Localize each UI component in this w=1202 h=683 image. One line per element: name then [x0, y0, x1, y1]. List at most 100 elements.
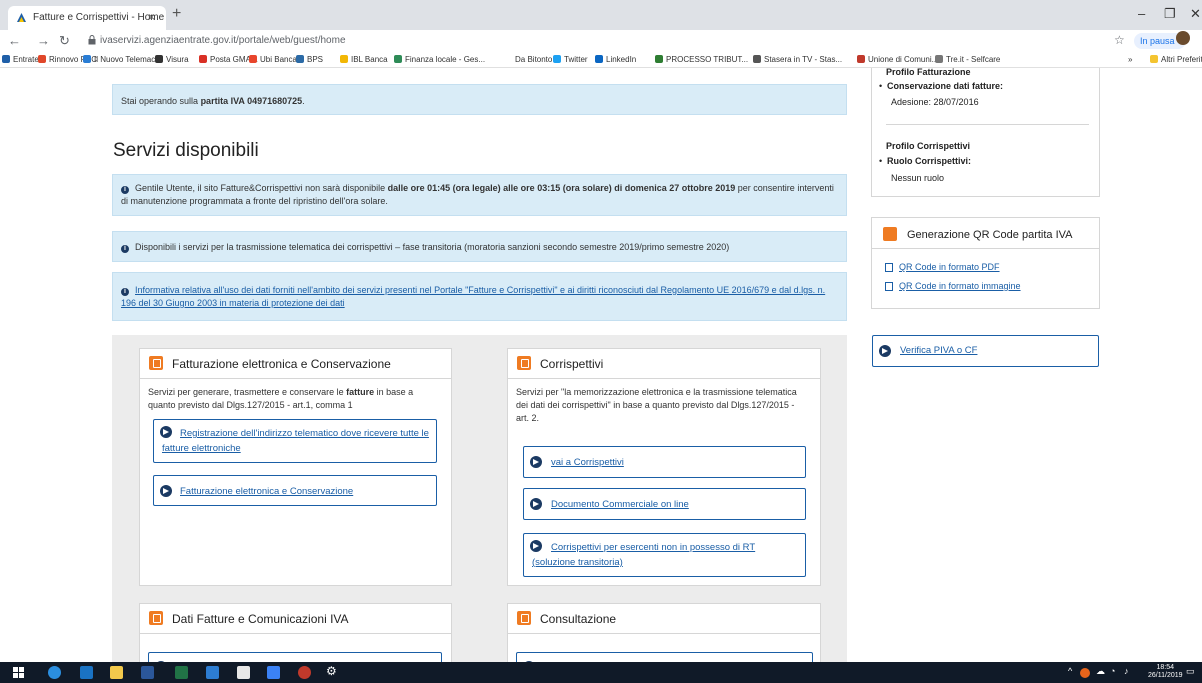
tray-chevron-icon[interactable]: ^	[1068, 666, 1072, 676]
bookmark-favicon-icon	[83, 55, 91, 63]
bookmark-item[interactable]: Entratel	[2, 55, 41, 64]
bookmark-favicon-icon	[155, 55, 163, 63]
back-icon[interactable]: ←	[8, 33, 21, 48]
onedrive-cloud-icon[interactable]: ☁	[1096, 666, 1105, 677]
word-taskbar-icon[interactable]	[141, 666, 154, 679]
bookmark-item[interactable]: Visura	[155, 55, 189, 64]
more-bookmarks-icon[interactable]: »	[1128, 55, 1132, 64]
privacy-link[interactable]: Informativa relativa all'uso dei dati fo…	[121, 285, 825, 308]
bookmark-favicon-icon	[595, 55, 603, 63]
minimize-icon[interactable]: –	[1138, 6, 1145, 21]
qr-image-link[interactable]: QR Code in formato immagine	[885, 281, 1021, 291]
bookmark-label: Entratel	[13, 55, 41, 64]
chrome-taskbar-icon[interactable]	[48, 666, 61, 679]
omnibox[interactable]: ivaservizi.agenziaentrate.gov.it/portale…	[84, 32, 1104, 50]
bookmark-favicon-icon	[2, 55, 10, 63]
tab-close-icon[interactable]: ×	[148, 10, 155, 24]
bookmark-favicon-icon	[394, 55, 402, 63]
registrazione-indirizzo-button[interactable]: Registrazione dell'indirizzo telematico …	[153, 419, 437, 463]
button-label: vai a Corrispettivi	[551, 457, 624, 468]
card-header: Fatturazione elettronica e Conservazione	[140, 349, 451, 379]
notice2-text: Disponibili i servizi per la trasmission…	[135, 242, 730, 252]
consultazione-card: Consultazione	[507, 603, 821, 662]
excel-taskbar-icon[interactable]	[175, 666, 188, 679]
bookmark-item[interactable]: Ubi Banca	[249, 55, 297, 64]
pause-label: In pausa	[1140, 36, 1175, 46]
taskbar-clock[interactable]: 18:54 26/11/2019	[1148, 664, 1183, 680]
consultazione-button[interactable]	[516, 652, 813, 662]
button-label: Registrazione dell'indirizzo telematico …	[162, 428, 429, 454]
image-file-icon	[885, 282, 893, 291]
partita-iva-banner: Stai operando sulla partita IVA 04971680…	[112, 84, 847, 115]
dati-fatture-button[interactable]	[148, 652, 442, 662]
forward-icon[interactable]: →	[37, 33, 50, 48]
card-title: Consultazione	[540, 612, 617, 626]
fatturazione-conservazione-button[interactable]: Fatturazione elettronica e Conservazione	[153, 475, 437, 506]
partita-prefix: Stai operando sulla	[121, 96, 201, 106]
bookmark-item[interactable]: Finanza locale - Ges...	[394, 55, 485, 64]
other-bookmarks-folder[interactable]: Altri Preferiti	[1150, 55, 1202, 64]
bookmark-item[interactable]: Tre.it - Selfcare	[935, 55, 1000, 64]
conservazione-label: Conservazione dati fatture:	[887, 81, 1004, 91]
bookmark-item[interactable]: PROCESSO TRIBUT...	[655, 55, 748, 64]
volume-icon[interactable]: ♪	[1124, 666, 1129, 676]
camera-taskbar-icon[interactable]	[237, 666, 250, 679]
document-taskbar-icon[interactable]	[267, 666, 280, 679]
vai-corrispettivi-button[interactable]: vai a Corrispettivi	[523, 446, 806, 478]
profile-avatar[interactable]	[1176, 31, 1190, 45]
media-taskbar-icon[interactable]	[298, 666, 311, 679]
app-taskbar-icon[interactable]	[206, 666, 219, 679]
maintenance-notice: i Gentile Utente, il sito Fatture&Corrisp…	[112, 174, 847, 216]
card-title: Dati Fatture e Comunicazioni IVA	[172, 612, 349, 626]
restore-icon[interactable]: ❐	[1164, 6, 1176, 22]
address-bar-row: ← → ↻ ivaservizi.agenziaentrate.gov.it/p…	[0, 30, 1202, 52]
bookmark-item[interactable]: IBL Banca	[340, 55, 388, 64]
bookmark-label: Tre.it - Selfcare	[946, 55, 1001, 64]
notifications-icon[interactable]: ▭	[1186, 666, 1195, 677]
arrow-right-icon	[879, 345, 891, 357]
browser-tab-strip: Fatture e Corrispettivi - Home × + – ❐ ✕	[0, 0, 1202, 30]
bookmark-label: Ubi Banca	[260, 55, 297, 64]
corrispettivi-card: Corrispettivi Servizi per "la memorizzaz…	[507, 348, 821, 586]
bookmark-star-icon[interactable]: ☆	[1114, 33, 1125, 47]
bookmark-label: IBL Banca	[351, 55, 388, 64]
outlook-taskbar-icon[interactable]	[80, 666, 93, 679]
profilo-corrispettivi-heading: Profilo Corrispettivi	[886, 141, 971, 151]
bookmark-item[interactable]: Da Bitonto	[504, 55, 552, 64]
verifica-piva-button[interactable]: Verifica PIVA o CF	[872, 335, 1099, 367]
info-icon: i	[121, 186, 129, 194]
qr-code-box: Generazione QR Code partita IVA QR Code …	[871, 217, 1100, 309]
documento-commerciale-button[interactable]: Documento Commerciale on line	[523, 488, 806, 520]
new-tab-icon[interactable]: +	[172, 5, 181, 23]
bookmark-item[interactable]: Il Nuovo Telemaco	[83, 55, 160, 64]
document-icon	[517, 611, 531, 625]
bookmark-item[interactable]: Unione di Comuni...	[857, 55, 938, 64]
dati-fatture-card: Dati Fatture e Comunicazioni IVA	[139, 603, 452, 662]
bookmark-item[interactable]: LinkedIn	[595, 55, 636, 64]
reload-icon[interactable]: ↻	[59, 33, 70, 49]
info-icon: i	[121, 245, 129, 253]
browser-tab[interactable]: Fatture e Corrispettivi - Home ×	[8, 6, 166, 30]
fatturazione-card: Fatturazione elettronica e Conservazione…	[139, 348, 452, 586]
corrispettivi-senza-rt-button[interactable]: Corrispettivi per esercenti non in posse…	[523, 533, 806, 577]
close-window-icon[interactable]: ✕	[1190, 6, 1201, 22]
document-icon	[517, 356, 531, 370]
card-header: Dati Fatture e Comunicazioni IVA	[140, 604, 451, 634]
bookmark-item[interactable]: Stasera in TV - Stas...	[753, 55, 842, 64]
notice1-text-a: Gentile Utente, il sito Fatture&Corrispe…	[135, 183, 388, 193]
page-content: Stai operando sulla partita IVA 04971680…	[0, 68, 1202, 662]
bookmark-label: Visura	[166, 55, 189, 64]
qr-pdf-label: QR Code in formato PDF	[899, 262, 1000, 272]
settings-gear-icon[interactable]: ⚙	[326, 664, 337, 678]
bookmark-item[interactable]: Twitter	[553, 55, 588, 64]
network-icon[interactable]: ◔	[1110, 666, 1115, 676]
antivirus-tray-icon[interactable]	[1080, 668, 1090, 678]
notice1-text-b: dalle ore 01:45 (ora legale) alle ore 03…	[387, 183, 736, 193]
windows-start-icon[interactable]	[13, 667, 24, 678]
qr-image-label: QR Code in formato immagine	[899, 281, 1021, 291]
bookmark-item[interactable]: BPS	[296, 55, 323, 64]
document-icon	[149, 356, 163, 370]
file-explorer-taskbar-icon[interactable]	[110, 666, 123, 679]
qr-pdf-link[interactable]: QR Code in formato PDF	[885, 262, 1000, 272]
bookmark-label: Il Nuovo Telemaco	[94, 55, 160, 64]
